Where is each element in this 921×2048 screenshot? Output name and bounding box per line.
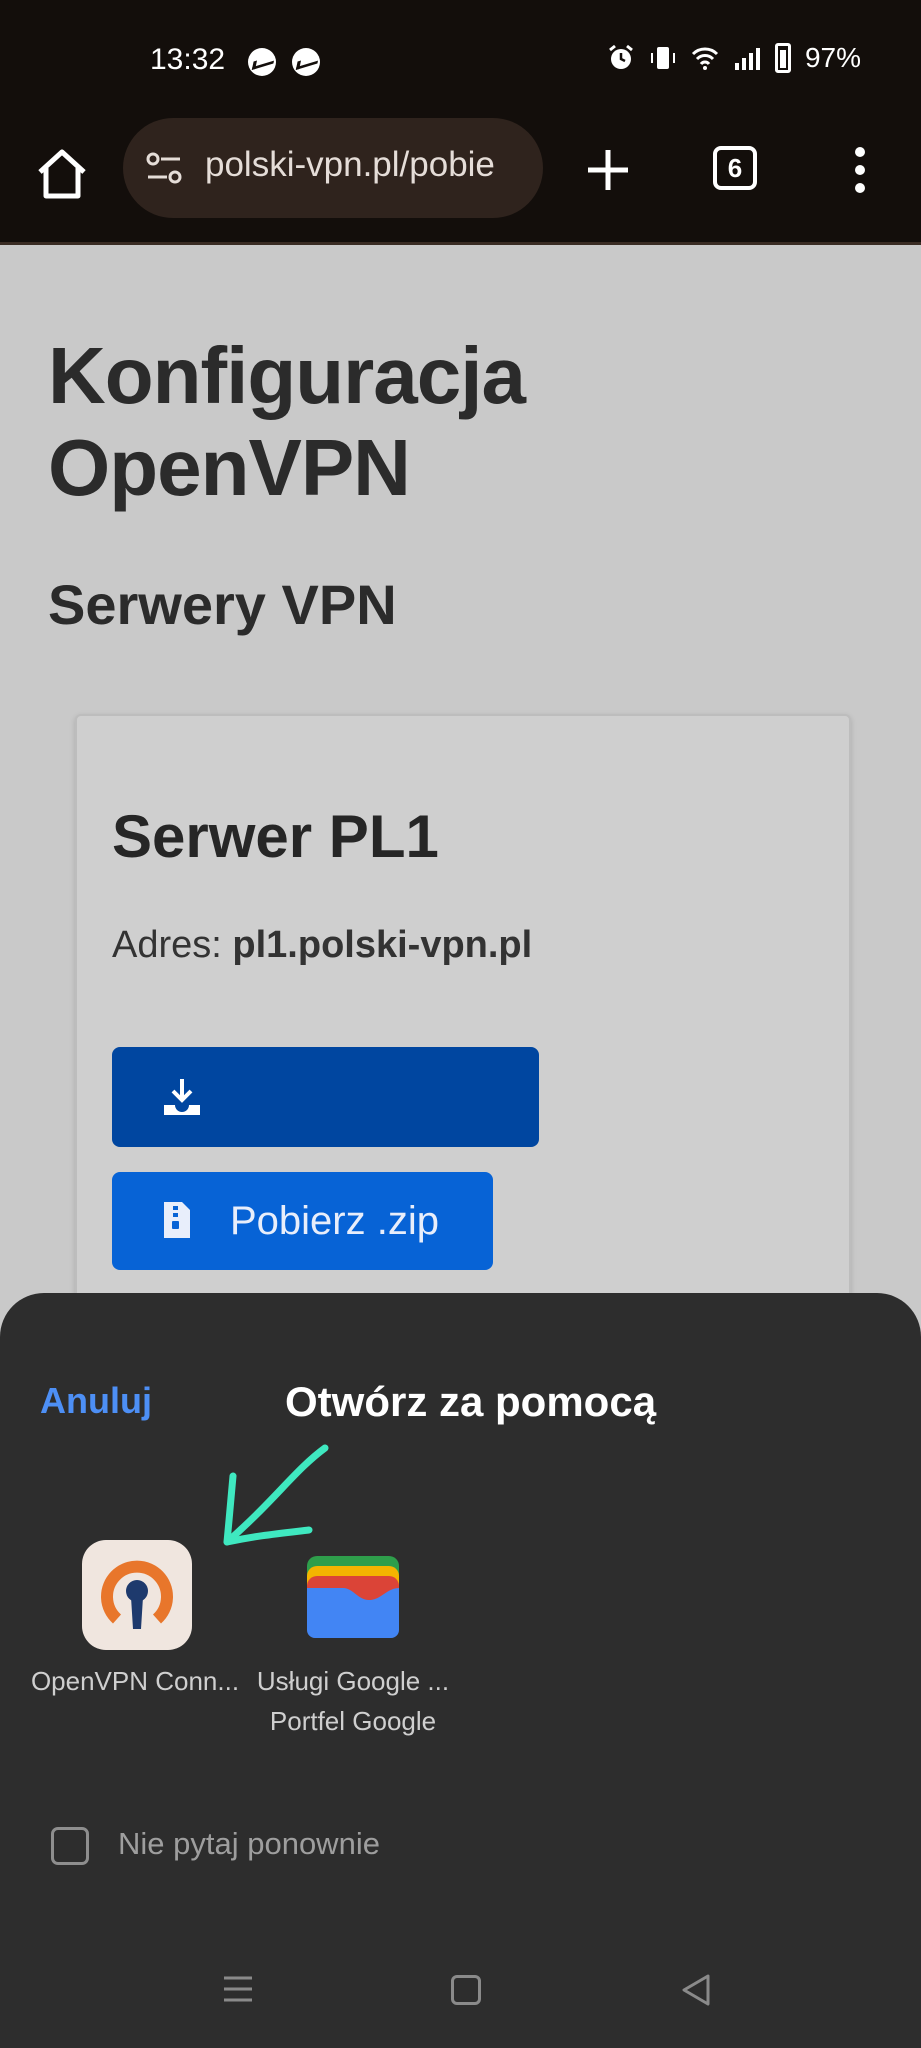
- back-icon[interactable]: [678, 1972, 714, 2008]
- page-title-line1: Konfiguracja: [48, 331, 526, 420]
- google-wallet-app-icon[interactable]: [303, 1552, 403, 1640]
- new-tab-icon[interactable]: [578, 140, 638, 200]
- openvpn-app-icon[interactable]: [82, 1540, 192, 1650]
- home-icon[interactable]: [30, 142, 94, 206]
- status-icons: 97%: [607, 42, 861, 74]
- nav-home-button[interactable]: [451, 1975, 481, 2005]
- recent-apps-icon[interactable]: [222, 1974, 254, 2004]
- cancel-button[interactable]: Anuluj: [40, 1380, 152, 1422]
- signal-icon: [734, 48, 760, 70]
- download-icon: [164, 1079, 200, 1115]
- zip-button-label: Pobierz .zip: [230, 1199, 439, 1243]
- url-text[interactable]: polski-vpn.pl/pobie: [205, 145, 535, 185]
- address-value: pl1.polski-vpn.pl: [232, 924, 533, 966]
- download-zip-button[interactable]: Pobierz .zip: [112, 1172, 493, 1270]
- openvpn-app-label[interactable]: OpenVPN Conn...: [20, 1666, 250, 1697]
- openvpn-logo-icon: [101, 1560, 173, 1629]
- dont-ask-again-checkbox[interactable]: [51, 1827, 89, 1865]
- status-bar: 13:32 97%: [0, 0, 921, 122]
- server-title: Serwer PL1: [112, 803, 439, 870]
- vibrate-icon: [650, 47, 675, 69]
- site-settings-icon[interactable]: [144, 148, 184, 188]
- battery-icon: [774, 43, 791, 73]
- section-title: Serwery VPN: [48, 573, 397, 636]
- wifi-icon: [691, 47, 719, 70]
- address-label: Adres:: [112, 924, 222, 966]
- zip-file-icon: [164, 1202, 190, 1238]
- annotation-arrow-icon: [223, 1444, 329, 1546]
- page-title-line2: OpenVPN: [48, 423, 411, 512]
- page-title: Konfiguracja OpenVPN: [48, 330, 526, 514]
- dont-ask-again-label[interactable]: Nie pytaj ponownie: [118, 1826, 380, 1862]
- google-wallet-app-sublabel: Portfel Google: [269, 1706, 437, 1736]
- alarm-icon: [609, 44, 633, 69]
- messenger-icon: [292, 48, 320, 76]
- battery-percent: 97%: [804, 42, 861, 73]
- messenger-icon: [248, 48, 276, 76]
- google-wallet-app-label[interactable]: Usługi Google ...: [253, 1666, 453, 1697]
- tab-switcher-button[interactable]: 6: [713, 146, 757, 190]
- sheet-title: Otwórz za pomocą: [285, 1378, 657, 1425]
- more-menu-icon[interactable]: [840, 140, 880, 200]
- download-ovpn-button[interactable]: [112, 1047, 539, 1147]
- server-address: Adres: pl1.polski-vpn.pl: [112, 924, 532, 967]
- status-time: 13:32: [150, 43, 226, 76]
